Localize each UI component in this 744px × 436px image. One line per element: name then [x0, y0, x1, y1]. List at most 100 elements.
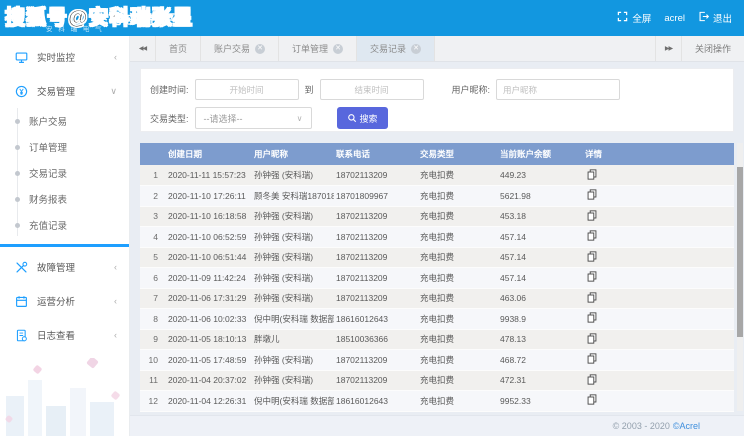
copy-detail-icon — [587, 353, 597, 366]
footer-brand-link[interactable]: ©Acrel — [673, 421, 700, 431]
detail-button[interactable] — [587, 169, 597, 182]
tabs-scroll-right-button[interactable]: ▶▶ — [655, 36, 681, 61]
detail-button[interactable] — [587, 230, 597, 243]
end-time-input[interactable] — [320, 79, 424, 100]
copy-detail-icon — [587, 189, 597, 202]
sidebar-item-label: 交易管理 — [37, 84, 75, 98]
table-row[interactable]: 52020-11-10 06:51:44孙钟强 (安科瑞)18702113209… — [140, 247, 734, 268]
butterfly-shape — [33, 365, 43, 375]
cell-phone: 18702113209 — [334, 370, 418, 391]
sidebar-item-trade-manage[interactable]: 交易管理∨ — [0, 74, 129, 108]
tab-close-icon[interactable]: ✕ — [255, 44, 265, 54]
row-index: 2 — [140, 186, 166, 207]
table-row[interactable]: 62020-11-09 11:42:24孙钟强 (安科瑞)18702113209… — [140, 268, 734, 289]
cell-phone: 18510036366 — [334, 329, 418, 350]
cell-created-date: 2020-11-05 18:10:13 — [166, 329, 252, 350]
detail-button[interactable] — [587, 333, 597, 346]
detail-button[interactable] — [587, 312, 597, 325]
filter-row-1: 创建时间: 到 用户昵称: — [150, 79, 620, 100]
sidebar-illustration — [0, 358, 128, 436]
header-actions: 全屏 acrel 退出 — [617, 0, 732, 36]
nickname-label: 用户昵称: — [452, 83, 491, 96]
logout-button[interactable]: 退出 — [698, 11, 732, 25]
tab-close-icon[interactable]: ✕ — [333, 44, 343, 54]
table-row[interactable]: 122020-11-04 12:26:31倪中明(安科瑞 数据部)1186160… — [140, 391, 734, 412]
search-icon — [347, 113, 357, 123]
tab-home[interactable]: 首页 — [156, 36, 201, 61]
detail-button[interactable] — [587, 353, 597, 366]
table-row[interactable]: 12020-11-11 15:57:23孙钟强 (安科瑞)18702113209… — [140, 165, 734, 186]
tab-bar: ◀◀ 首页账户交易✕订单管理✕交易记录✕ ▶▶ 关闭操作 — [130, 36, 744, 62]
table-row[interactable]: 72020-11-06 17:31:29孙钟强 (安科瑞)18702113209… — [140, 288, 734, 309]
sidebar: 实时监控‹交易管理∨账户交易订单管理交易记录财务报表充值记录故障管理‹运营分析‹… — [0, 36, 130, 436]
cell-nickname: 倪中明(安科瑞 数据部)1 — [252, 391, 334, 412]
row-index: 8 — [140, 309, 166, 330]
vertical-scrollbar[interactable] — [737, 143, 743, 411]
index-column-header — [140, 143, 166, 165]
cell-nickname: 顾冬美 安科瑞1870180 — [252, 186, 334, 207]
tab-order-manage[interactable]: 订单管理✕ — [279, 36, 357, 61]
cell-phone: 18702113209 — [334, 350, 418, 371]
page-title: 充电桩收费平台 — [95, 9, 190, 28]
copy-detail-icon — [587, 333, 597, 346]
tab-account-trade[interactable]: 账户交易✕ — [201, 36, 279, 61]
sidebar-subitem-account-trade[interactable]: 账户交易 — [0, 108, 129, 134]
close-operations-button[interactable]: 关闭操作 — [681, 36, 744, 61]
fullscreen-button[interactable]: 全屏 — [617, 11, 651, 25]
row-index: 5 — [140, 247, 166, 268]
cell-created-date: 2020-11-05 17:48:59 — [166, 350, 252, 371]
detail-button[interactable] — [587, 292, 597, 305]
detail-button[interactable] — [587, 210, 597, 223]
tab-trade-record[interactable]: 交易记录✕ — [357, 36, 435, 61]
sidebar-item-realtime-monitor[interactable]: 实时监控‹ — [0, 40, 129, 74]
sidebar-subitem-finance-report[interactable]: 财务报表 — [0, 186, 129, 212]
cell-phone: 18702113209 — [334, 288, 418, 309]
detail-button[interactable] — [587, 189, 597, 202]
copyright-text: © 2003 - 2020 — [613, 421, 670, 431]
search-button[interactable]: 搜索 — [337, 107, 388, 129]
cell-type: 充电扣费 — [418, 288, 498, 309]
monitor-icon — [15, 51, 28, 64]
scrollbar-thumb[interactable] — [737, 167, 743, 337]
sidebar-subitem-order-manage[interactable]: 订单管理 — [0, 134, 129, 160]
fullscreen-label: 全屏 — [632, 11, 651, 25]
sidebar-item-fault-manage[interactable]: 故障管理‹ — [0, 250, 129, 284]
table-row[interactable]: 92020-11-05 18:10:13胖墩儿18510036366充电扣费47… — [140, 329, 734, 350]
brand-subtitle: 安 科 瑞 电 气 — [46, 23, 104, 33]
cell-phone: 18616012643 — [334, 309, 418, 330]
detail-button[interactable] — [587, 374, 597, 387]
chevron-down-icon: ∨ — [297, 114, 303, 123]
cell-nickname: 胖墩儿 — [252, 329, 334, 350]
sidebar-item-operation-analysis[interactable]: 运营分析‹ — [0, 284, 129, 318]
start-time-input[interactable] — [195, 79, 299, 100]
cell-phone: 18616012643 — [334, 391, 418, 412]
username[interactable]: acrel — [664, 13, 685, 24]
copy-detail-icon — [587, 169, 597, 182]
detail-button[interactable] — [587, 271, 597, 284]
column-header: 交易类型 — [418, 143, 498, 165]
table-row[interactable]: 112020-11-04 20:37:02孙钟强 (安科瑞)1870211320… — [140, 370, 734, 391]
cell-phone: 18701809967 — [334, 186, 418, 207]
row-index: 12 — [140, 391, 166, 412]
transaction-table-panel: 创建日期 用户昵称 联系电话 交易类型 当前账户余额 详情 12020-11-1… — [140, 143, 734, 412]
transaction-type-select[interactable]: --请选择-- ∨ — [195, 107, 312, 129]
sidebar-subitem-label: 财务报表 — [29, 192, 67, 206]
sidebar-item-log-view[interactable]: 日志查看‹ — [0, 318, 129, 352]
column-header: 创建日期 — [166, 143, 252, 165]
sidebar-subitem-recharge-record[interactable]: 充值记录 — [0, 212, 129, 238]
table-row[interactable]: 82020-11-06 10:02:33倪中明(安科瑞 数据部)11861601… — [140, 309, 734, 330]
detail-button[interactable] — [587, 251, 597, 264]
cell-balance: 468.72 — [498, 350, 583, 371]
column-header: 详情 — [583, 143, 734, 165]
tab-close-icon[interactable]: ✕ — [411, 44, 421, 54]
row-index: 7 — [140, 288, 166, 309]
table-row[interactable]: 32020-11-10 16:18:58孙钟强 (安科瑞)18702113209… — [140, 206, 734, 227]
nickname-input[interactable] — [496, 79, 620, 100]
table-row[interactable]: 102020-11-05 17:48:59孙钟强 (安科瑞)1870211320… — [140, 350, 734, 371]
table-row[interactable]: 22020-11-10 17:26:11顾冬美 安科瑞1870180187018… — [140, 186, 734, 207]
table-row[interactable]: 42020-11-10 06:52:59孙钟强 (安科瑞)18702113209… — [140, 227, 734, 248]
detail-button[interactable] — [587, 394, 597, 407]
sidebar-subitem-trade-record[interactable]: 交易记录 — [0, 160, 129, 186]
cell-created-date: 2020-11-10 06:51:44 — [166, 247, 252, 268]
tabs-scroll-left-button[interactable]: ◀◀ — [130, 36, 156, 61]
